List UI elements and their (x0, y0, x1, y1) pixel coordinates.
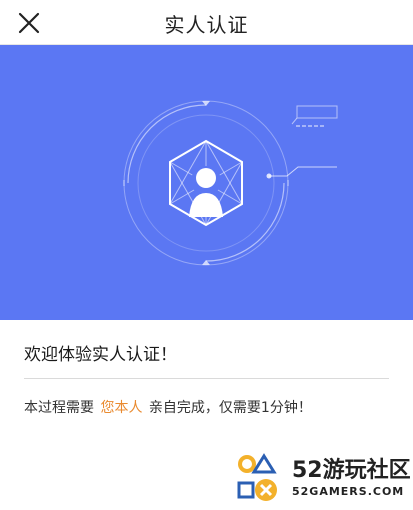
hero-banner (0, 45, 413, 320)
welcome-heading: 欢迎体验实人认证！ (24, 345, 177, 365)
instruction-highlight: 您本人 (100, 400, 143, 416)
watermark-domain: 52GAMERS.COM (292, 485, 405, 498)
watermark-brand: 52游玩社区 (292, 458, 411, 483)
watermark-logo-icon (237, 453, 277, 501)
instruction-text: 本过程需要 您本人 亲自完成，仅需要1分钟！ (24, 397, 312, 417)
instruction-after: 亲自完成，仅需要1分钟！ (148, 400, 312, 416)
divider (24, 378, 389, 379)
face-verification-illustration (123, 100, 338, 266)
page-title: 实人认证 (164, 13, 249, 37)
watermark: 52游玩社区 52GAMERS.COM (236, 452, 411, 504)
instruction-before: 本过程需要 (24, 400, 94, 416)
top-bar: 实人认证 (0, 0, 413, 45)
